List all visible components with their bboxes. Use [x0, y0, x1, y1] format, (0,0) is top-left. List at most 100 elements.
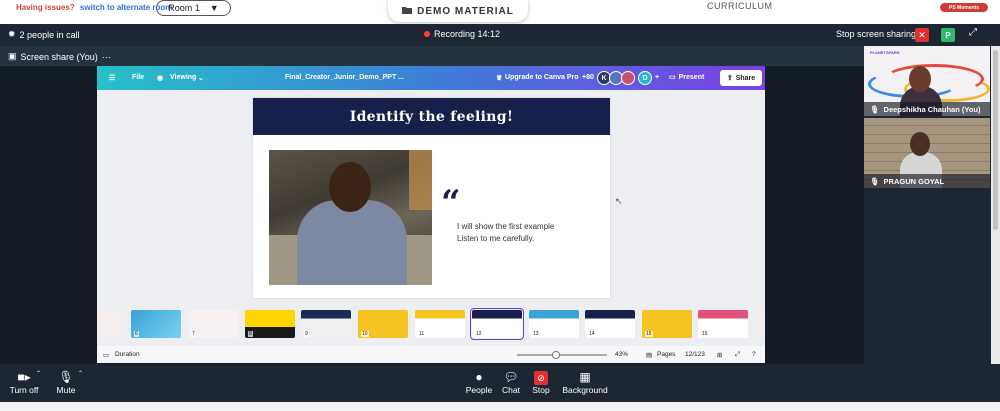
- collaborator-count[interactable]: +80: [582, 74, 594, 81]
- stop-share-button[interactable]: ⊘ Stop: [517, 369, 565, 395]
- thumb-number: 16: [701, 331, 709, 337]
- page-thumbnail-selected[interactable]: 12: [470, 308, 524, 340]
- chevron-up-icon[interactable]: ⌃: [78, 370, 83, 377]
- share-label: Share: [735, 74, 756, 82]
- photo-lamp: [409, 150, 432, 210]
- issues-text: Having issues?: [16, 3, 75, 12]
- mouse-cursor-icon: ↖: [615, 196, 623, 206]
- page-thumbnail[interactable]: 8: [245, 310, 295, 338]
- collaborator-avatar[interactable]: D: [638, 71, 652, 85]
- page-thumbnail[interactable]: 16: [698, 310, 748, 338]
- room-label: Room 1: [168, 3, 200, 13]
- demo-material-label: DEMO MATERIAL: [417, 5, 514, 17]
- stop-sharing-button[interactable]: ✕: [915, 28, 929, 42]
- help-icon[interactable]: ?: [752, 351, 756, 358]
- slide-photo: [269, 150, 432, 285]
- page-thumbnail[interactable]: 9: [301, 310, 351, 338]
- people-count-label: 2 people in call: [19, 29, 80, 40]
- page-thumbnail[interactable]: 13: [529, 310, 579, 338]
- page-count: 12/123: [685, 351, 705, 358]
- thumb-number: 11: [418, 331, 426, 337]
- slide-quote-text: I will show the first example Listen to …: [457, 221, 554, 245]
- participant-video-head: [910, 132, 930, 156]
- page-thumbnail[interactable]: [755, 310, 765, 338]
- duration-button[interactable]: Duration: [115, 351, 140, 358]
- gear-icon[interactable]: ✹: [8, 29, 16, 40]
- thumb-number: 8: [248, 331, 253, 337]
- thumb-number: 10: [361, 331, 369, 337]
- slide-title: Identify the feeling!: [253, 98, 610, 135]
- page-thumbnail[interactable]: 10: [358, 310, 408, 338]
- background-label: Background: [562, 385, 608, 395]
- page-thumbnail[interactable]: 6: [131, 310, 181, 338]
- present-icon: ▭: [669, 74, 676, 81]
- add-collaborator-icon[interactable]: +: [655, 74, 659, 81]
- stop-sharing-label: Stop screen sharing: [836, 29, 917, 39]
- ps-moments-label: PS Moments: [948, 4, 979, 11]
- zoom-level: 43%: [615, 351, 629, 358]
- quote-line-2: Listen to me carefully.: [457, 234, 535, 243]
- expand-icon[interactable]: ⤢: [969, 27, 977, 38]
- pages-button[interactable]: Pages: [657, 351, 675, 358]
- thumb-number: 14: [588, 331, 596, 337]
- chevron-up-icon[interactable]: ⌃: [36, 370, 41, 377]
- more-options-icon[interactable]: ···: [102, 52, 111, 62]
- present-button[interactable]: ▭ Present: [669, 73, 704, 82]
- zoom-slider-handle[interactable]: [551, 351, 560, 359]
- menu-icon[interactable]: ☰: [109, 74, 115, 82]
- pages-icon: ▤: [646, 352, 653, 359]
- thumb-number: 7: [191, 331, 196, 337]
- room-selector[interactable]: Room 1 ▼: [156, 0, 231, 16]
- record-dot-icon: [424, 31, 430, 37]
- page-thumbnail[interactable]: 14: [585, 310, 635, 338]
- turn-off-camera-button[interactable]: ■▸ Turn off ⌃: [0, 369, 48, 395]
- page-bottom-strip: [0, 402, 1000, 411]
- recording-status: Recording 14:12: [424, 29, 500, 39]
- scrollbar-thumb[interactable]: [993, 50, 998, 230]
- canva-share-button[interactable]: ⇪ Share: [720, 70, 762, 86]
- participant-video-head: [909, 66, 931, 92]
- ps-moments-badge[interactable]: PS Moments: [940, 3, 988, 12]
- participants-scrollbar[interactable]: [991, 46, 1000, 364]
- caret-down-icon: ▼: [209, 3, 219, 13]
- slide-canvas[interactable]: Identify the feeling! “ I will show the …: [253, 98, 610, 298]
- participant-avatar[interactable]: P: [941, 28, 955, 42]
- curriculum-tab[interactable]: CURRICULUM: [707, 1, 773, 11]
- planetspark-logo: PLANETSPARK: [870, 50, 900, 55]
- screen-share-title: ▣ Screen share (You) ···: [8, 51, 111, 62]
- canva-footer: ▭ Duration 43% ▤ Pages 12/123 ⊞ ⤢ ?: [97, 346, 765, 363]
- thumb-number: 12: [475, 331, 483, 337]
- thumb-number: 15: [645, 331, 653, 337]
- crown-icon: ♛: [496, 75, 503, 82]
- photo-person-head: [329, 162, 371, 212]
- zoom-slider[interactable]: [517, 351, 607, 359]
- share-icon: ⇪: [726, 75, 733, 82]
- participant-name: PRAGUN GOYAL: [883, 176, 945, 186]
- participant-tile[interactable]: 🎙︎ PRAGUN GOYAL: [864, 118, 990, 188]
- page-thumbnail[interactable]: [97, 310, 123, 338]
- background-button[interactable]: ▦ Background: [560, 369, 610, 395]
- document-title[interactable]: Final_Creator_Junior_Demo_PPT ...: [285, 74, 404, 81]
- file-menu[interactable]: File: [132, 74, 144, 81]
- thumb-number: 6: [134, 331, 139, 337]
- page-thumbnail[interactable]: 7: [188, 310, 238, 338]
- microphone-icon: 🎙︎: [870, 104, 880, 114]
- people-count: ✹ 2 people in call: [8, 29, 80, 40]
- demo-material-button[interactable]: DEMO MATERIAL: [388, 0, 528, 22]
- collaborator-avatar-photo[interactable]: [621, 71, 635, 85]
- page-thumbnail[interactable]: 11: [415, 310, 465, 338]
- page-thumbnail[interactable]: 15: [642, 310, 692, 338]
- fullscreen-icon[interactable]: ⤢: [735, 351, 740, 359]
- grid-view-icon[interactable]: ⊞: [717, 351, 722, 359]
- upgrade-button[interactable]: Upgrade to Canva Pro: [505, 74, 579, 81]
- meeting-bar: ✹ 2 people in call Recording 14:12 Stop …: [0, 24, 1000, 46]
- stop-share-icon: ⊘: [517, 369, 565, 385]
- stop-label: Stop: [532, 385, 550, 395]
- mute-button[interactable]: 🎙︎ Mute ⌃: [42, 369, 90, 395]
- screen-share-bar: ▣ Screen share (You) ···: [0, 46, 864, 66]
- canva-toolbar: ☰ File ◉ Viewing ⌄ Final_Creator_Junior_…: [97, 66, 765, 90]
- quote-icon: “: [441, 183, 461, 223]
- participant-tile[interactable]: PLANETSPARK 🎙︎ Deepshikha Chauhan (You): [864, 46, 990, 116]
- viewing-menu[interactable]: Viewing: [170, 74, 196, 81]
- monitor-icon: ▣: [8, 51, 17, 61]
